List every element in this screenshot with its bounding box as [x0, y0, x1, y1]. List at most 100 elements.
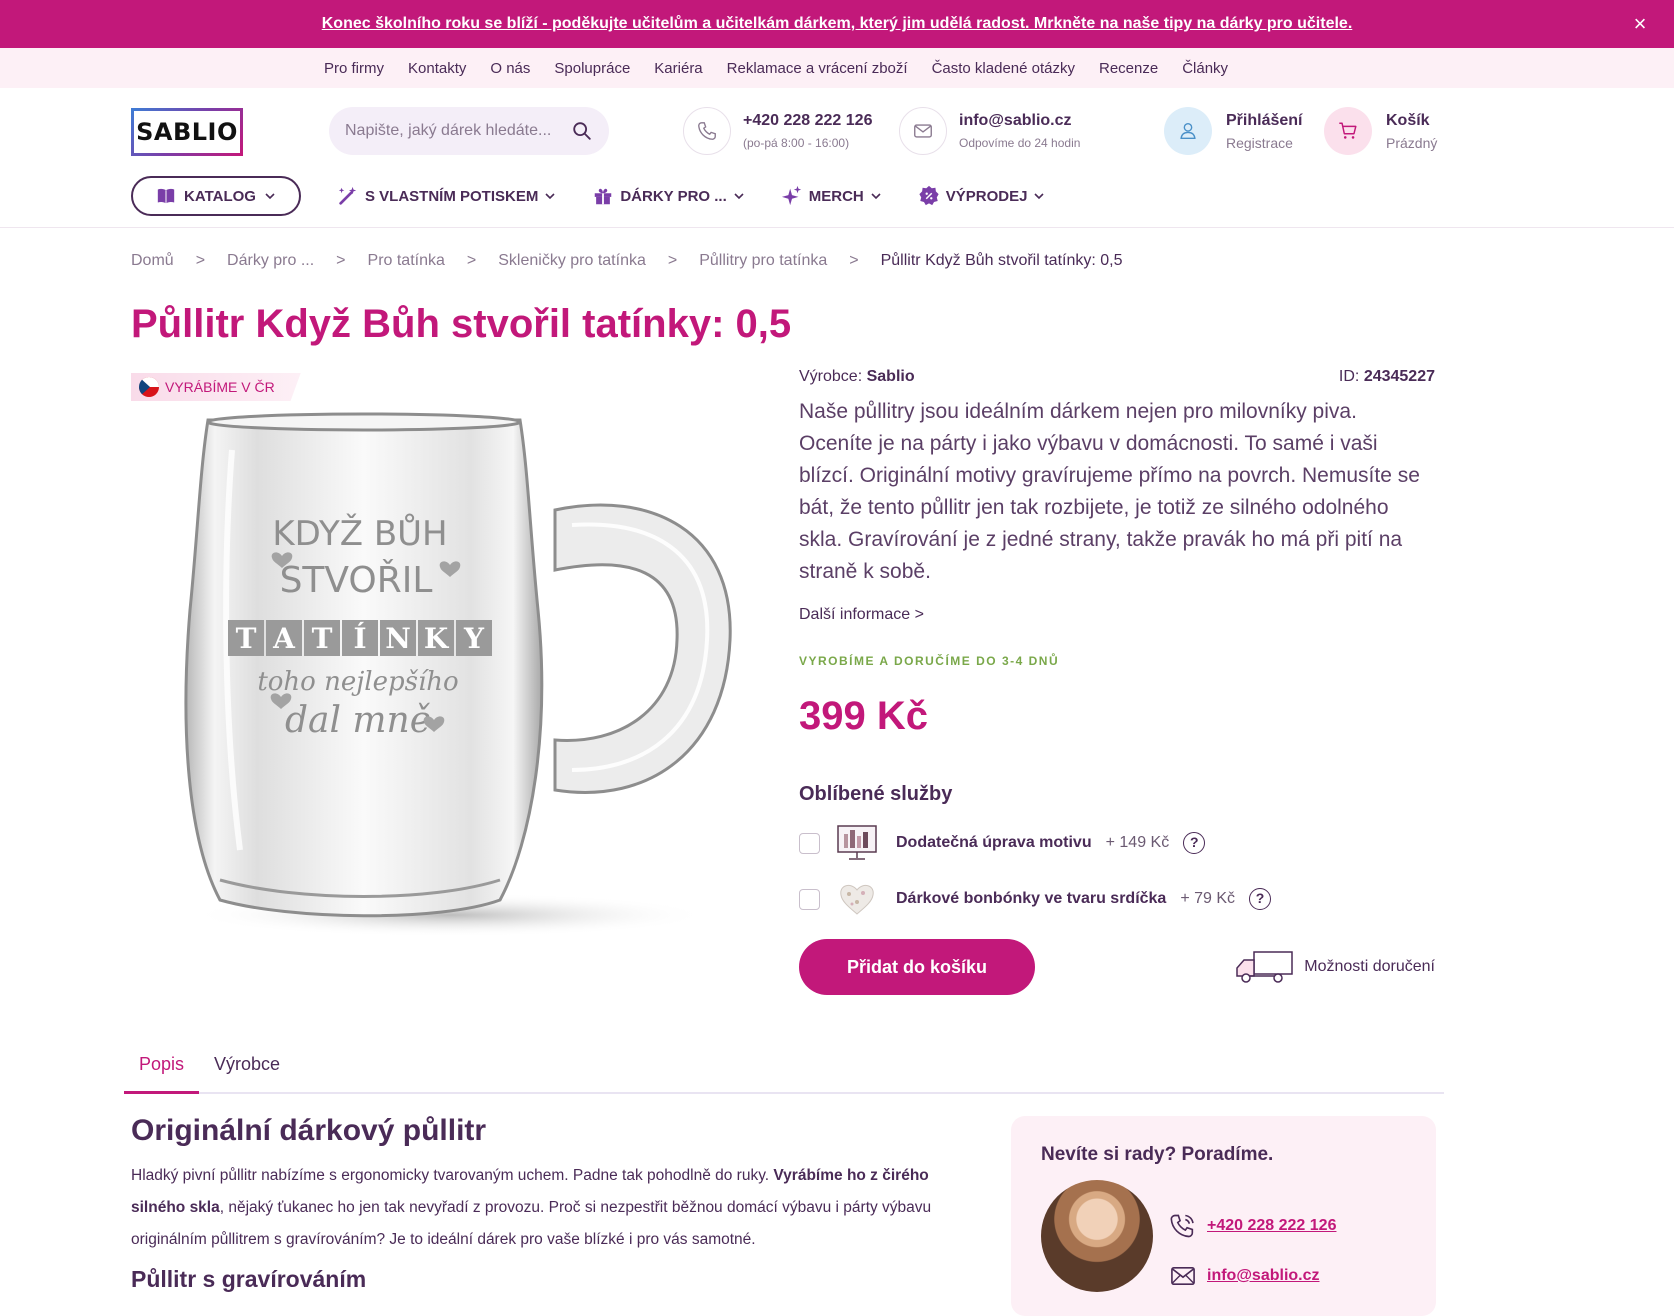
manufacturer-value: Sablio [866, 368, 915, 385]
breadcrumb-link[interactable]: Dárky pro ... [227, 252, 314, 270]
top-link-kontakty[interactable]: Kontakty [408, 60, 466, 77]
search-icon[interactable] [571, 120, 593, 142]
promo-bar: Konec školního roku se blíží - poděkujte… [0, 0, 1674, 48]
more-info-link[interactable]: Další informace > [799, 606, 1435, 624]
breadcrumb-separator: > [195, 252, 206, 269]
content-paragraph: Hladký pivní půllitr nabízíme s ergonomi… [131, 1160, 961, 1256]
breadcrumb-separator: > [466, 252, 477, 269]
nav-label: S VLASTNÍM POTISKEM [365, 187, 539, 205]
chevron-down-icon [734, 193, 744, 200]
engraving-letter: T [312, 622, 333, 655]
header-email-note: Odpovíme do 24 hodin [959, 136, 1081, 150]
heart-candy-icon [840, 884, 874, 915]
tab-vyrobce[interactable]: Výrobce [199, 1040, 295, 1094]
nav-item-merch[interactable]: MERCH [781, 185, 882, 207]
paragraph-text: Hladký pivní půllitr nabízíme s ergonomi… [131, 1167, 774, 1184]
nav-item-gifts-for[interactable]: DÁRKY PRO ... [592, 185, 744, 207]
top-link-faq[interactable]: Často kladené otázky [932, 60, 1075, 77]
service-name: Dárkové bonbónky ve tvaru srdíčka [896, 890, 1167, 907]
content-subheading: Půllitr s gravírováním [131, 1266, 367, 1292]
top-link-pro-firmy[interactable]: Pro firmy [324, 60, 384, 77]
breadcrumb-separator: > [336, 252, 346, 269]
register-link[interactable]: Registrace [1226, 135, 1302, 151]
services-title: Oblíbené služby [799, 783, 953, 805]
nav-label: DÁRKY PRO ... [620, 187, 727, 205]
engraving-letter: N [385, 622, 411, 655]
made-in-cz-badge: VYRÁBÍME V ČR [131, 373, 301, 401]
cart-label[interactable]: Košík [1386, 112, 1437, 130]
login-link[interactable]: Přihlášení [1226, 112, 1302, 130]
czech-flag-icon [139, 377, 159, 397]
tab-popis[interactable]: Popis [124, 1040, 200, 1094]
account[interactable]: Přihlášení Registrace [1164, 107, 1302, 155]
breadcrumb: Domů > Dárky pro ... > Pro tatínka > Skl… [131, 252, 1122, 270]
content-heading: Originální dárkový půllitr [131, 1114, 487, 1147]
katalog-button[interactable]: KATALOG [131, 176, 301, 216]
phone-icon [683, 107, 731, 155]
top-link-clanky[interactable]: Články [1182, 60, 1228, 77]
mail-icon [899, 107, 947, 155]
book-icon [157, 188, 175, 204]
service-checkbox[interactable] [799, 832, 820, 854]
header-phone[interactable]: +420 228 222 126 [743, 112, 872, 130]
magic-wand-icon [338, 186, 357, 205]
engraving-letter: A [272, 622, 296, 655]
product-tabs: Popis Výrobce [124, 1040, 1444, 1094]
nav-item-custom-print[interactable]: S VLASTNÍM POTISKEM [337, 185, 556, 207]
email-contact[interactable]: info@sablio.cz Odpovíme do 24 hodin [899, 107, 1080, 155]
chevron-down-icon [871, 193, 881, 200]
phone-contact[interactable]: +420 228 222 126 (po-pá 8:00 - 16:00) [683, 107, 872, 155]
nav-label: VÝPRODEJ [945, 187, 1028, 205]
breadcrumb-link[interactable]: Domů [131, 252, 174, 270]
mail-icon [1171, 1267, 1195, 1285]
nav-item-sale[interactable]: VÝPRODEJ [918, 185, 1046, 207]
help-phone-line: +420 228 222 126 [1169, 1212, 1336, 1240]
service-option: Dodatečná úprava motivu + 149 Kč ? [799, 824, 1435, 862]
engraving-letter-tiles: T A T Í N K Y [228, 620, 492, 656]
top-link-reklamace[interactable]: Reklamace a vrácení zboží [727, 60, 908, 77]
user-icon [1164, 107, 1212, 155]
service-checkbox[interactable] [799, 888, 820, 910]
logo[interactable]: SABLIO [131, 108, 243, 156]
engraving-letter: T [236, 622, 257, 655]
breadcrumb-separator: > [667, 252, 678, 269]
help-icon[interactable]: ? [1183, 832, 1206, 854]
search-input[interactable] [345, 122, 571, 140]
help-email-link[interactable]: info@sablio.cz [1207, 1267, 1320, 1285]
promo-link[interactable]: Konec školního roku se blíží - poděkujte… [322, 15, 1353, 33]
avatar [1041, 1180, 1153, 1292]
paragraph-text: , nějaký ťukanec ho jen tak nevyřadí z p… [131, 1199, 932, 1248]
top-link-o-nas[interactable]: O nás [490, 60, 530, 77]
service-price: + 79 Kč [1180, 890, 1236, 907]
sparkle-icon [781, 185, 801, 206]
help-box: Nevíte si rady? Poradíme. +420 228 222 1… [1011, 1116, 1436, 1316]
cart-icon [1324, 107, 1372, 155]
add-to-cart-button[interactable]: Přidat do košíku [799, 939, 1035, 995]
engraving-line-3: toho nejlepšího [257, 667, 458, 697]
help-phone-link[interactable]: +420 228 222 126 [1207, 1217, 1336, 1235]
help-title: Nevíte si rady? Poradíme. [1041, 1144, 1274, 1165]
header-email[interactable]: info@sablio.cz [959, 112, 1080, 130]
top-link-recenze[interactable]: Recenze [1099, 60, 1158, 77]
discount-icon [919, 185, 939, 206]
delivery-truck-icon [1236, 951, 1294, 983]
close-icon[interactable]: × [1628, 12, 1652, 36]
service-price: + 149 Kč [1105, 834, 1170, 851]
cart[interactable]: Košík Prázdný [1324, 107, 1437, 155]
breadcrumb-link[interactable]: Půllitry pro tatínka [699, 252, 827, 270]
product-image[interactable]: KDYŽ BŮH STVOŘIL T A T Í N K Y toho nejl… [180, 410, 740, 950]
breadcrumb-link[interactable]: Pro tatínka [368, 252, 445, 270]
delivery-options-link[interactable]: Možnosti doručení [1232, 950, 1435, 984]
shipping-info: VYROBÍME A DORUČÍME DO 3-4 DNŮ [799, 654, 1060, 668]
logo-text: SABLIO [136, 118, 238, 146]
engraving-letter: Í [353, 622, 366, 655]
breadcrumb-current: Půllitr Když Bůh stvořil tatínky: 0,5 [880, 252, 1123, 269]
breadcrumb-link[interactable]: Skleničky pro tatínka [498, 252, 646, 270]
top-link-kariera[interactable]: Kariéra [654, 60, 702, 77]
help-icon[interactable]: ? [1249, 888, 1272, 910]
engraving-line-2: STVOŘIL [280, 559, 433, 601]
search-box [329, 107, 609, 155]
product-id: 24345227 [1363, 368, 1435, 385]
page-title: Půllitr Když Bůh stvořil tatínky: 0,5 [131, 302, 792, 346]
top-link-spoluprace[interactable]: Spolupráce [554, 60, 630, 77]
